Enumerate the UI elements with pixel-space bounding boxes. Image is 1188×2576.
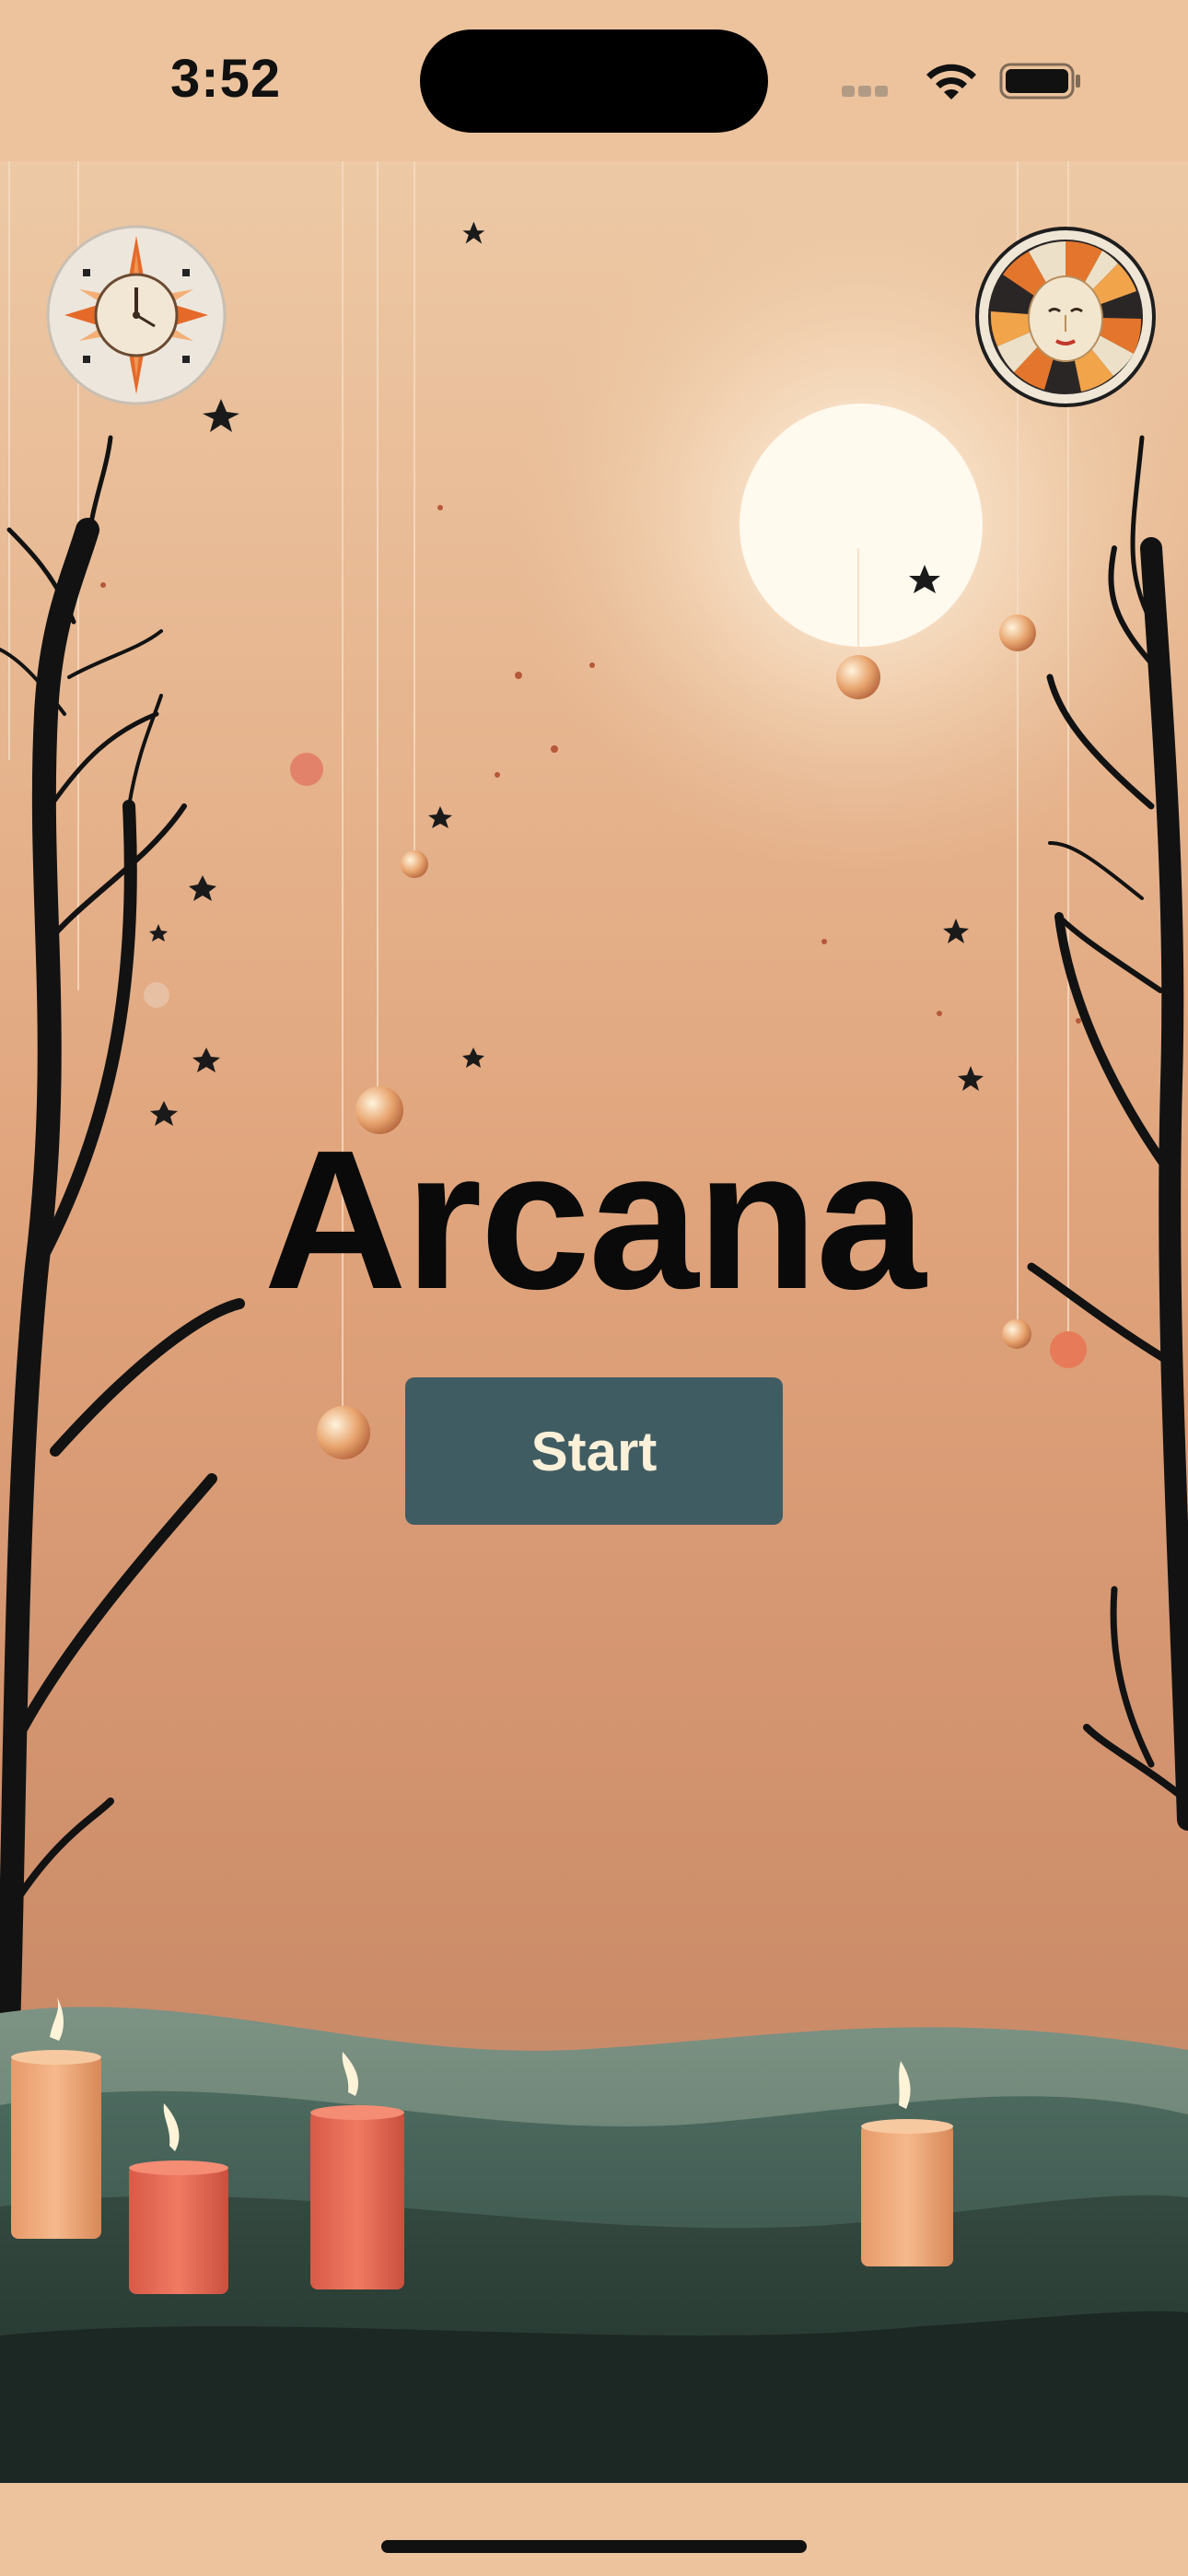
bottom-safe-area <box>0 2483 1188 2576</box>
wifi-icon <box>926 64 976 100</box>
cellular-signal-icon <box>842 85 906 98</box>
status-time: 3:52 <box>170 49 282 109</box>
status-bar: 3:52 <box>0 0 1188 161</box>
compass-clock-button[interactable] <box>46 225 227 405</box>
sun-face-button[interactable] <box>975 227 1156 407</box>
compass-clock-icon <box>46 225 227 405</box>
app-title: Arcana <box>263 1108 926 1330</box>
home-indicator[interactable] <box>381 2540 807 2553</box>
sun-face-icon <box>975 227 1156 407</box>
start-button[interactable]: Start <box>405 1377 783 1525</box>
battery-icon <box>999 63 1080 100</box>
dynamic-island <box>420 29 768 133</box>
